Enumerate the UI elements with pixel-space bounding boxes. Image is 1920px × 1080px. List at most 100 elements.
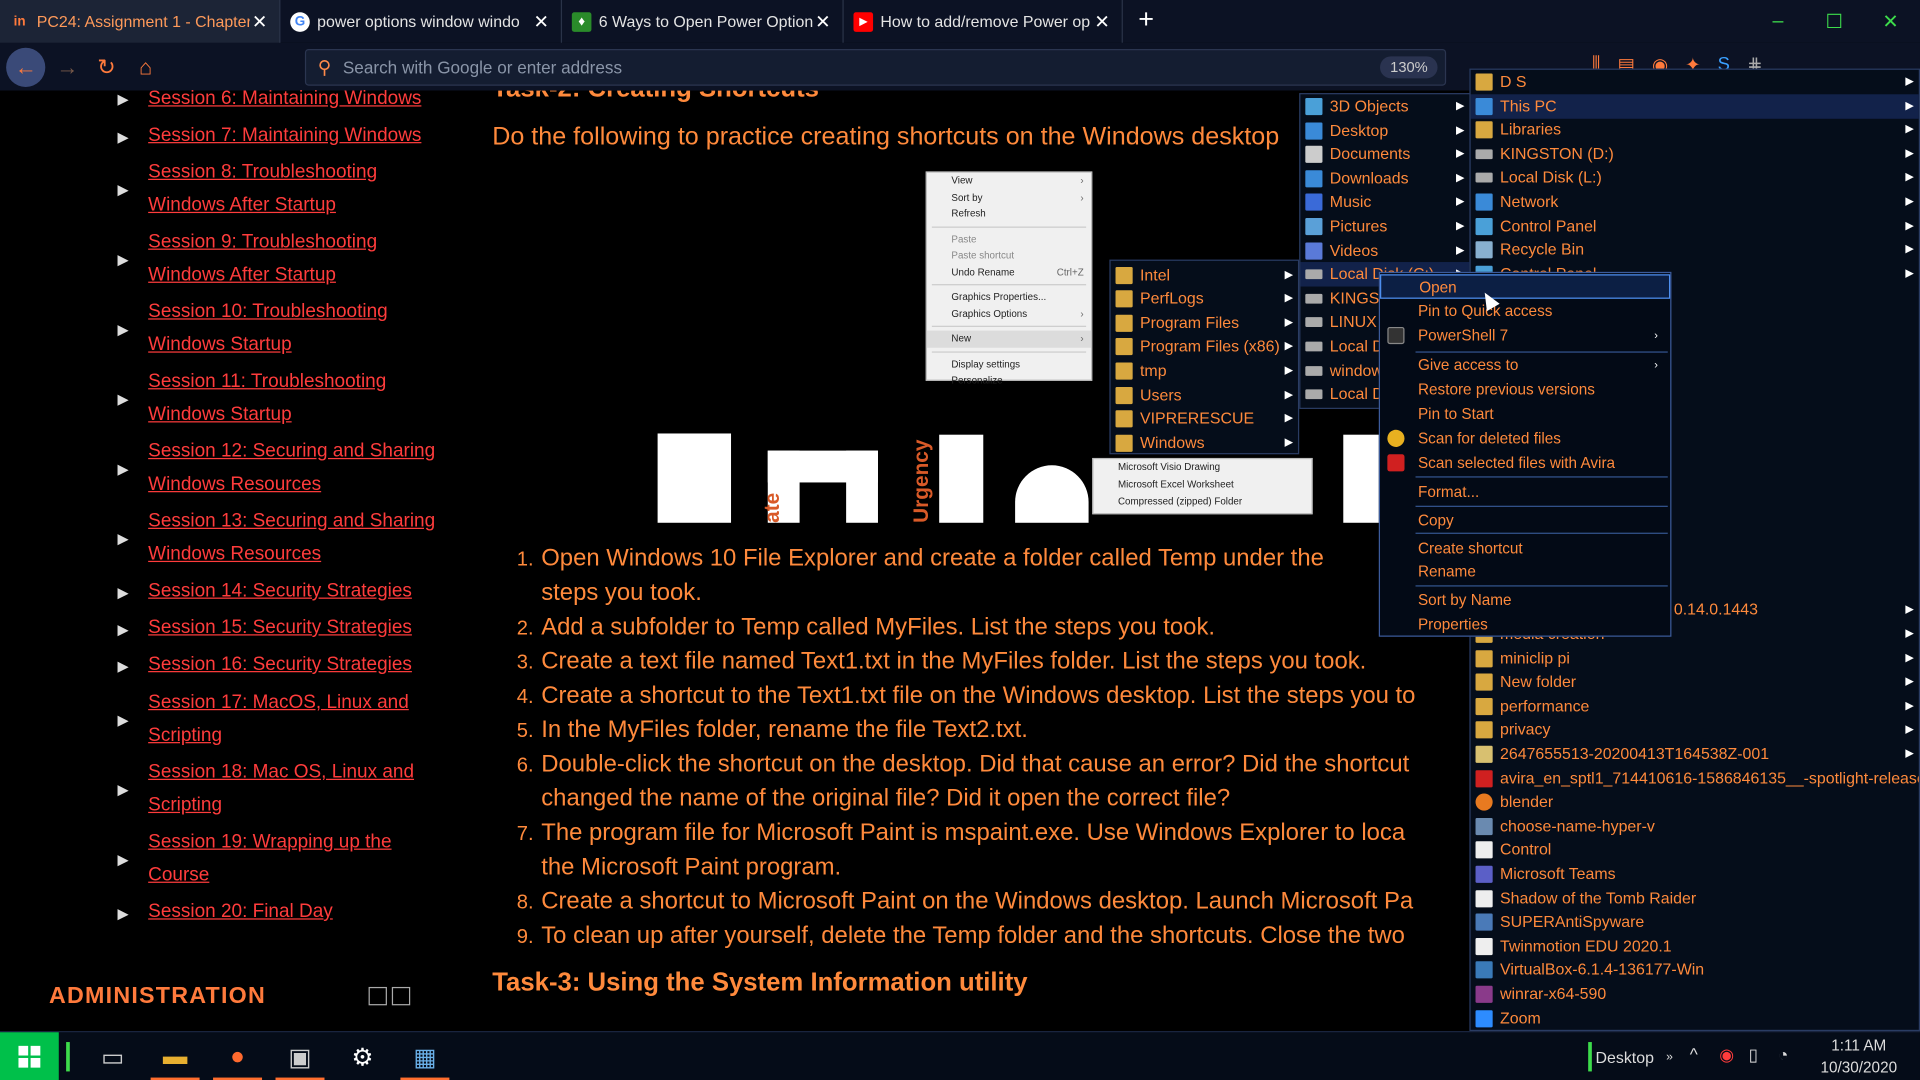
home-button[interactable]: ⌂ [127,49,164,86]
back-button[interactable]: ← [6,47,46,87]
expand-icon[interactable]: ▶ [118,851,130,868]
settings-gear-icon[interactable]: ⚙ [333,1032,392,1080]
close-tab-icon[interactable]: ✕ [531,10,551,33]
context-properties[interactable]: Properties [1380,612,1670,636]
expand-icon[interactable]: ▶ [118,251,130,268]
reload-button[interactable]: ↻ [88,49,125,86]
menu-item[interactable]: Shadow of the Tomb Raider [1471,887,1919,911]
context-create-shortcut[interactable]: Create shortcut [1380,536,1670,560]
session-link[interactable]: Session 6: Maintaining Windows [148,83,436,115]
context-copy[interactable]: Copy [1380,508,1670,532]
menu-item[interactable]: Zoom [1471,1007,1919,1031]
menu-item[interactable]: KINGSTON (D:) ▶ [1471,142,1919,166]
session-link[interactable]: Session 19: Wrapping up the Course [148,827,436,892]
session-link[interactable]: Session 10: Troubleshooting Windows Star… [148,296,436,361]
dock-icon[interactable] [368,986,387,1006]
session-link[interactable]: Session 16: Security Strategies [148,649,436,681]
expand-icon[interactable]: ▶ [118,321,130,338]
context-sort-by-name[interactable]: Sort by Name [1380,588,1670,612]
start-button[interactable] [0,1032,59,1080]
expand-icon[interactable]: ▶ [118,460,130,477]
menu-item[interactable]: 3D Objects ▶ [1300,94,1469,118]
menu-item[interactable]: 2647655513-20200413T164538Z-001 ▶ [1471,742,1919,766]
close-tab-icon[interactable]: ✕ [250,10,270,33]
expand-icon[interactable]: ▶ [118,905,130,922]
desktop-toolbar-button[interactable]: Desktop» [1596,1032,1673,1080]
context-pin-quick-access[interactable]: Pin to Quick access [1380,299,1670,323]
terminal-icon[interactable]: ▣ [271,1032,330,1080]
tab-google[interactable]: G power options window windo ✕ [280,0,563,43]
menu-item[interactable]: Desktop ▶ [1300,119,1469,143]
menu-item[interactable]: Program Files (x86) ▶ [1111,334,1298,358]
expand-icon[interactable]: ▶ [118,621,130,638]
tab-assignment[interactable]: in PC24: Assignment 1 - Chapter ✕ [0,0,281,43]
menu-item[interactable]: Control [1471,838,1919,862]
battery-icon[interactable]: ▯ [1749,1044,1758,1065]
context-restore-versions[interactable]: Restore previous versions [1380,377,1670,401]
menu-item[interactable]: choose-name-hyper-v [1471,814,1919,838]
session-link[interactable]: Session 15: Security Strategies [148,612,436,644]
expand-icon[interactable]: ▶ [118,781,130,798]
file-explorer-icon[interactable]: ▬ [146,1032,205,1080]
session-link[interactable]: Session 13: Securing and Sharing Windows… [148,506,436,571]
new-tab-button[interactable]: + [1133,4,1160,36]
context-scan-avira[interactable]: Scan selected files with Avira [1380,451,1670,475]
menu-item[interactable]: performance ▶ [1471,694,1919,718]
menu-item[interactable]: blender [1471,790,1919,814]
expand-icon[interactable]: ▶ [118,181,130,198]
expand-icon[interactable]: ▶ [118,711,130,728]
clock[interactable]: 1:11 AM 10/30/2020 [1807,1035,1910,1079]
menu-item[interactable]: miniclip pi ▶ [1471,647,1919,671]
session-link[interactable]: Session 17: MacOS, Linux and Scripting [148,687,436,752]
context-pin-start[interactable]: Pin to Start [1380,402,1670,426]
session-link[interactable]: Session 9: Troubleshooting Windows After… [148,227,436,292]
menu-item[interactable]: Videos ▶ [1300,239,1469,263]
firefox-icon[interactable]: ● [208,1032,267,1080]
url-bar[interactable]: ⚲ Search with Google or enter address 13… [304,48,1447,86]
menu-item[interactable]: avira_en_sptl1_714410616-1586846135__-sp… [1471,767,1919,791]
expand-icon[interactable]: ▶ [118,584,130,601]
maximize-button[interactable]: ☐ [1806,0,1862,43]
menu-item[interactable]: privacy ▶ [1471,718,1919,742]
menu-item[interactable]: Twinmotion EDU 2020.1 [1471,934,1919,958]
tray-chevron-icon[interactable]: ^ [1690,1044,1698,1064]
context-open[interactable]: Open [1380,274,1671,299]
menu-item[interactable]: Windows ▶ [1111,431,1298,455]
menu-item[interactable]: Recycle Bin ▶ [1471,238,1919,262]
menu-item[interactable]: New folder ▶ [1471,670,1919,694]
menu-item[interactable]: VirtualBox-6.1.4-136177-Win [1471,958,1919,982]
menu-item[interactable]: Intel ▶ [1111,263,1298,287]
menu-item[interactable]: VIPRERESCUE ▶ [1111,407,1298,431]
session-link[interactable]: Session 20: Final Day [148,896,436,928]
session-link[interactable]: Session 8: Troubleshooting Windows After… [148,157,436,222]
menu-item[interactable]: tmp ▶ [1111,359,1298,383]
menu-item[interactable]: Control Panel▶ [1471,214,1919,238]
session-link[interactable]: Session 18: Mac OS, Linux and Scripting [148,757,436,822]
menu-item[interactable]: Network ▶ [1471,190,1919,214]
menu-item[interactable]: Users ▶ [1111,383,1298,407]
close-tab-icon[interactable]: ✕ [813,10,833,33]
minimize-button[interactable]: – [1750,0,1806,43]
close-window-button[interactable]: ✕ [1862,0,1918,43]
session-link[interactable]: Session 14: Security Strategies [148,576,436,608]
menu-item[interactable]: winrar-x64-590 [1471,982,1919,1006]
menu-item[interactable]: D S ▶ [1471,70,1919,94]
menu-item[interactable]: Libraries ▶ [1471,118,1919,142]
menu-item[interactable]: Microsoft Teams [1471,862,1919,886]
expand-icon[interactable]: ▶ [118,530,130,547]
control-panel-taskbar-icon[interactable]: ▦ [396,1032,455,1080]
forward-button[interactable]: → [49,49,86,86]
task-view-icon[interactable]: ▭ [83,1032,142,1080]
context-format[interactable]: Format... [1380,480,1670,504]
expand-icon[interactable]: ▶ [118,658,130,675]
menu-item[interactable]: PerfLogs ▶ [1111,287,1298,311]
context-scan-deleted[interactable]: Scan for deleted files [1380,426,1670,450]
wifi-icon[interactable]: ◔ [1778,1044,1788,1064]
session-link[interactable]: Session 7: Maintaining Windows [148,120,436,152]
menu-item[interactable]: Local Disk (L:) ▶ [1471,165,1919,189]
menu-item[interactable]: Downloads ▶ [1300,167,1469,191]
collapse-icon[interactable] [391,986,411,1006]
context-powershell[interactable]: PowerShell 7 › [1380,323,1670,347]
avira-tray-icon[interactable]: ◉ [1719,1044,1734,1065]
tab-youtube[interactable]: ▶ How to add/remove Power op ✕ [844,0,1123,43]
